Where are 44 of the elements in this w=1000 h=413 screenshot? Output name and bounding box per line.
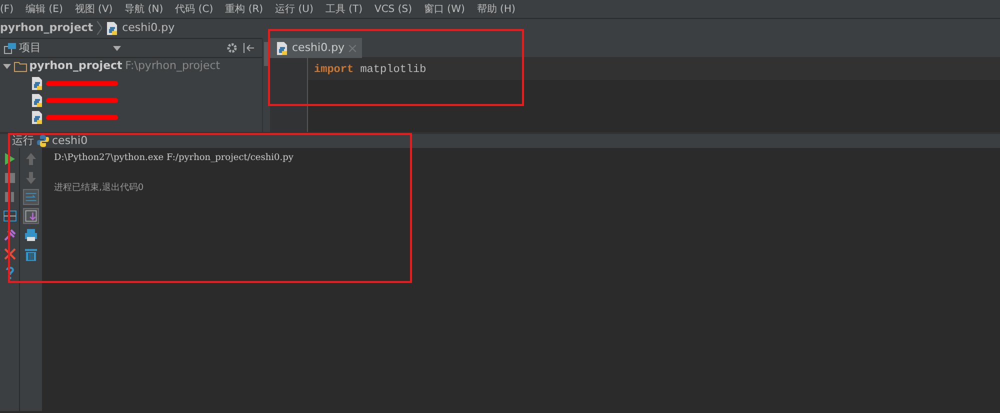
up-arrow-icon[interactable] [23, 151, 39, 167]
console-line: D:\Python27\python.exe F:/pyrhon_project/ceshi0.py [54, 152, 294, 165]
close-icon[interactable] [348, 44, 356, 52]
trash-icon[interactable] [23, 246, 39, 262]
run-config-label: ceshi0 [52, 132, 88, 149]
panel-title: 项目 [18, 40, 41, 56]
editor-tab[interactable]: ceshi0.py [270, 38, 362, 58]
breadcrumb-item[interactable]: ceshi0.py [122, 20, 175, 37]
pin-icon[interactable] [2, 227, 18, 243]
python-file-icon [30, 94, 43, 107]
python-file-icon [30, 111, 43, 124]
breadcrumb-item[interactable]: pyrhon_project [0, 20, 94, 37]
settings-icon[interactable] [226, 42, 238, 54]
python-file-icon [106, 22, 118, 35]
python-file-icon [30, 77, 43, 90]
menu-item[interactable]: 帮助 (H) [476, 2, 516, 16]
panel-title: 运行 [12, 132, 34, 149]
menu-item[interactable]: 导航 (N) [124, 2, 164, 16]
close-icon[interactable] [2, 246, 18, 262]
menu-item[interactable]: 编辑 (E) [26, 2, 63, 16]
layout-icon[interactable] [2, 208, 18, 224]
dropdown-icon[interactable] [112, 46, 121, 50]
menu-item[interactable]: 运行 (U) [275, 2, 314, 16]
expand-arrow-icon[interactable] [2, 64, 11, 69]
project-view-icon [4, 42, 16, 54]
menu-item[interactable]: 视图 (V) [74, 2, 113, 16]
scroll-to-end-icon[interactable] [23, 208, 39, 224]
menu-item[interactable]: VCS (S) [374, 2, 412, 16]
breadcrumb-separator [97, 20, 102, 37]
print-icon[interactable] [23, 227, 39, 243]
folder-path: F:\pyrhon_project [125, 58, 220, 74]
menu-item[interactable]: 窗口 (W) [424, 2, 465, 16]
menu-item[interactable]: 重构 (R) [225, 2, 264, 16]
console-line: 进程已结束,退出代码0 [54, 182, 145, 195]
down-arrow-icon[interactable] [23, 170, 39, 186]
folder-icon [14, 61, 26, 72]
folder-name: pyrhon_project [29, 58, 122, 74]
soft-wrap-icon[interactable] [23, 189, 39, 205]
menu-item[interactable]: 代码 (C) [175, 2, 214, 16]
collapse-icon[interactable] [243, 42, 256, 54]
python-file-icon [276, 42, 288, 54]
menu-item[interactable]: 工具 (T) [325, 2, 362, 16]
menu-item[interactable]: (F) [0, 2, 14, 16]
python-icon [37, 135, 49, 147]
